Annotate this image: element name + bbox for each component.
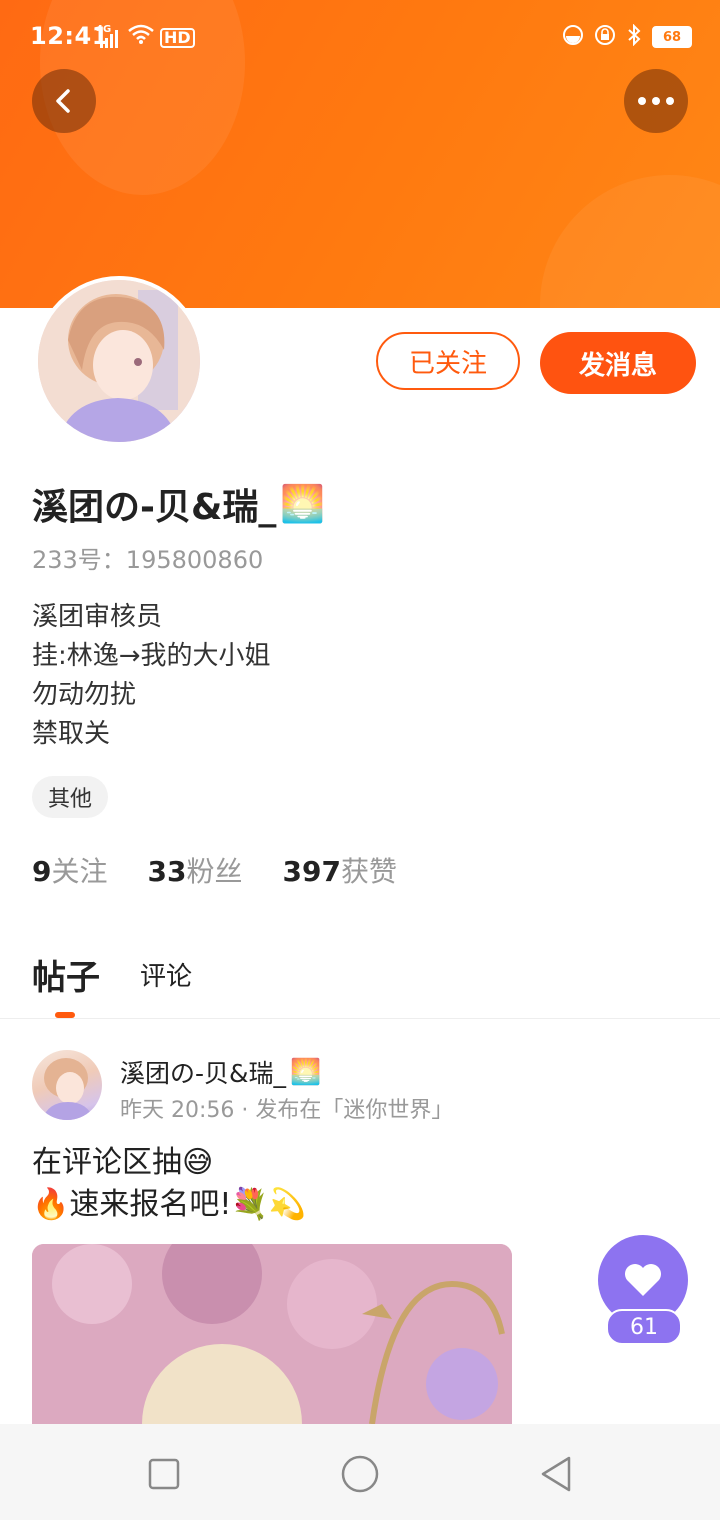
home-button[interactable] [336, 1450, 384, 1498]
post-author-name[interactable]: 溪团の-贝&瑞_ 🌅 [120, 1054, 321, 1090]
profile-tag[interactable]: 其他 [32, 776, 109, 818]
signal-icon: 4G [96, 24, 122, 48]
profile-name: 溪团の-贝&瑞_ 🌅 [32, 478, 325, 530]
stat-label: 关注 [51, 855, 108, 888]
followed-button[interactable]: 已关注 [376, 332, 520, 390]
stat-followers[interactable]: 33粉丝 [148, 850, 243, 890]
status-right-icons: 68 [562, 23, 692, 50]
bio-line: 挂:林逸→我的大小姐 [32, 641, 271, 671]
profile-tabs: 帖子 评论 [0, 940, 720, 1020]
stat-following[interactable]: 9关注 [32, 850, 108, 890]
avatar-illustration [38, 280, 200, 442]
circle-icon [341, 1455, 379, 1493]
post-text-line: 🔥速来报名吧!💐💫 [32, 1187, 307, 1222]
wifi-icon [128, 24, 154, 48]
like-count: 61 [606, 1309, 682, 1345]
avatar-illustration [42, 1058, 94, 1120]
tab-posts[interactable]: 帖子 [32, 950, 100, 999]
hd-icon: HD [160, 28, 195, 48]
back-button[interactable] [32, 69, 96, 133]
profile-stats: 9关注 33粉丝 397获赞 [32, 850, 397, 890]
send-message-button[interactable]: 发消息 [540, 332, 696, 394]
recent-apps-button[interactable] [140, 1450, 188, 1498]
chevron-left-icon [56, 89, 70, 113]
post-text-line: 在评论区抽😅 [32, 1145, 214, 1180]
bio-line: 禁取关 [32, 719, 111, 749]
post-author-text: 溪团の-贝&瑞_ [120, 1059, 287, 1088]
stat-value: 9 [32, 855, 52, 888]
stat-label: 粉丝 [186, 855, 243, 888]
stat-likes[interactable]: 397获赞 [282, 850, 396, 890]
post-author-avatar[interactable] [32, 1050, 102, 1120]
bluetooth-icon [626, 23, 642, 50]
stat-label: 获赞 [340, 855, 397, 888]
status-bar: 12:41 4G HD 68 [0, 0, 720, 72]
post-content[interactable]: 在评论区抽😅 🔥速来报名吧!💐💫 [32, 1142, 306, 1226]
post-meta: 昨天 20:56 · 发布在「迷你世界」 [120, 1098, 454, 1123]
banner-decoration [540, 175, 720, 308]
square-icon [148, 1458, 180, 1490]
mute-icon [562, 24, 584, 50]
profile-bio: 溪团审核员 挂:林逸→我的大小姐 勿动勿扰 禁取关 [32, 598, 271, 754]
heart-icon [625, 1264, 661, 1296]
more-dots-icon [638, 97, 674, 105]
battery-icon: 68 [652, 26, 692, 48]
bio-line: 溪团审核员 [32, 602, 163, 632]
sunrise-emoji: 🌅 [280, 484, 326, 525]
divider [0, 1018, 720, 1019]
more-button[interactable] [624, 69, 688, 133]
post-image[interactable] [32, 1244, 512, 1424]
user-id: 233号：195800860 [32, 546, 264, 574]
profile-avatar-frame[interactable] [34, 276, 204, 446]
status-left-icons: 4G HD [96, 24, 195, 48]
lock-icon [594, 24, 616, 50]
stat-value: 33 [147, 855, 187, 888]
triangle-back-icon [541, 1456, 571, 1492]
stat-value: 397 [282, 855, 341, 888]
tab-comments[interactable]: 评论 [140, 956, 192, 993]
sunrise-emoji: 🌅 [290, 1057, 322, 1086]
avatar [38, 280, 200, 442]
profile-name-text: 溪团の-贝&瑞_ [32, 487, 277, 528]
back-nav-button[interactable] [532, 1450, 580, 1498]
system-nav-bar [0, 1424, 720, 1520]
post-image-illustration [32, 1244, 512, 1424]
bio-line: 勿动勿扰 [32, 680, 137, 710]
